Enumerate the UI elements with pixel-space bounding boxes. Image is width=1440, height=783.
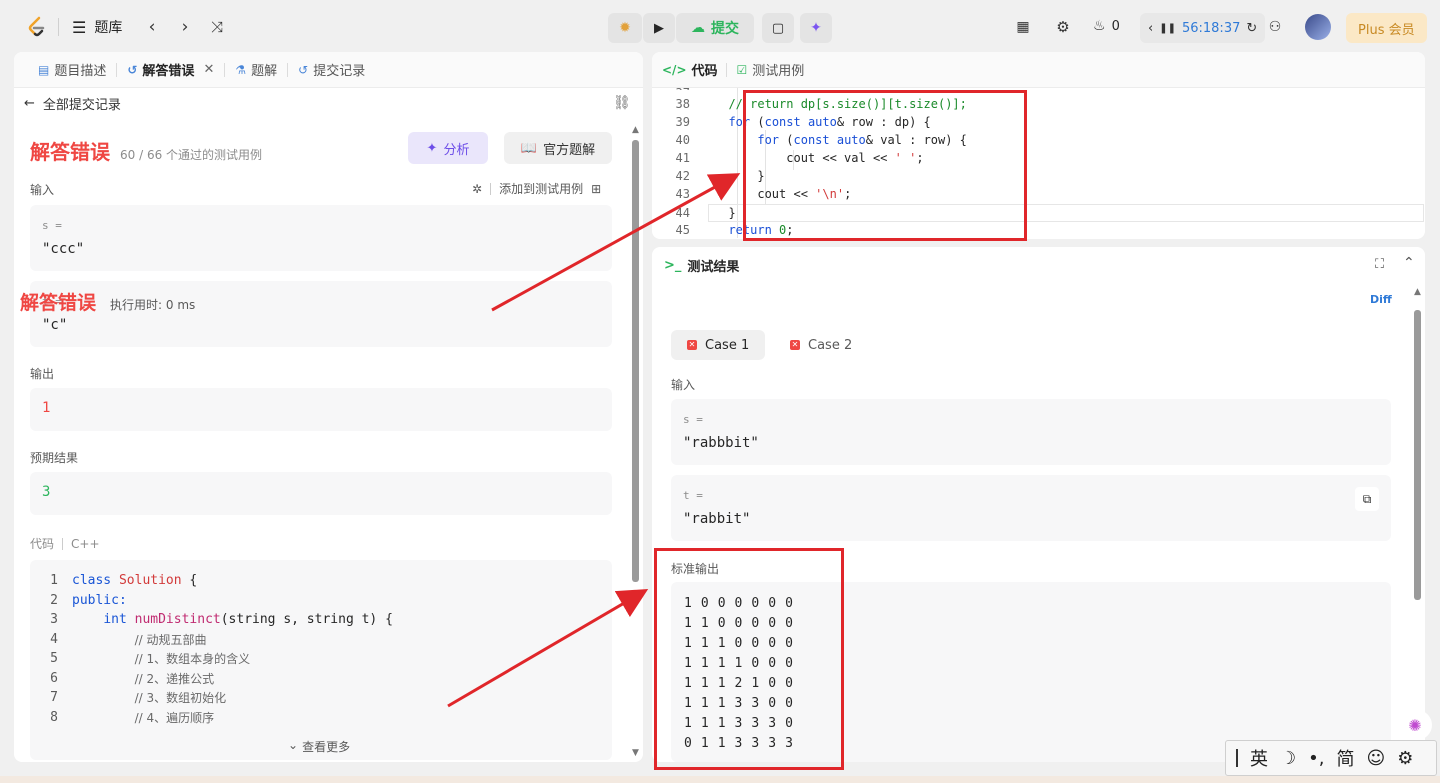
ime-mode[interactable]: 简 (1336, 745, 1354, 771)
gear-icon[interactable]: ⚙ (1397, 748, 1413, 769)
ime-handle[interactable] (1236, 749, 1238, 767)
emoji-icon[interactable]: ☺ (1366, 748, 1385, 769)
arrow-to-code (491, 173, 741, 312)
arrow-to-output (447, 588, 649, 708)
punctuation-icon[interactable]: •, (1308, 748, 1324, 769)
ime-toolbar: 英 ☽ •, 简 ☺ ⚙ (1225, 740, 1437, 776)
ime-language[interactable]: 英 (1250, 745, 1268, 771)
moon-icon[interactable]: ☽ (1280, 748, 1296, 769)
taskbar-strip (0, 776, 1440, 783)
annotation-arrows (447, 173, 741, 708)
